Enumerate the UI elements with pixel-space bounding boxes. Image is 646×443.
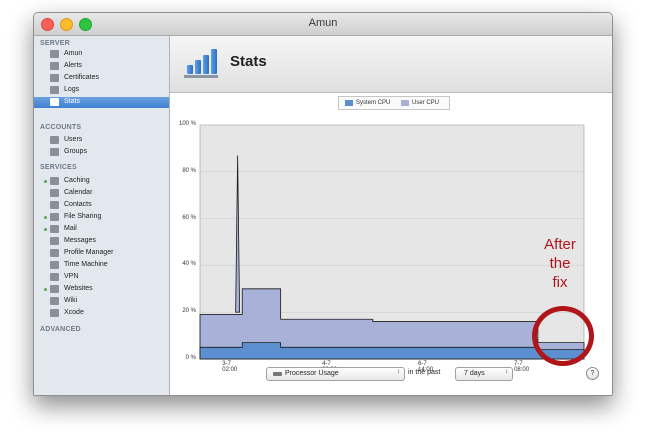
sidebar-item-label: Xcode	[64, 309, 84, 316]
sidebar-item-profile-manager[interactable]: Profile Manager	[34, 248, 169, 259]
service-running-indicator	[44, 288, 47, 291]
service-running-indicator	[44, 216, 47, 219]
sidebar-item-label: Caching	[64, 177, 90, 184]
service-running-indicator	[44, 180, 47, 183]
logs-icon	[50, 86, 59, 94]
sidebar-item-mail[interactable]: Mail	[34, 224, 169, 235]
sidebar-item-label: Groups	[64, 148, 87, 155]
service-running-indicator	[44, 228, 47, 231]
file-sharing-icon	[50, 213, 59, 221]
sidebar-item-groups[interactable]: Groups	[34, 147, 169, 158]
metric-icon	[273, 372, 282, 376]
metric-popup-label: Processor Usage	[285, 370, 339, 377]
server-app-window: Amun SERVER Amun Alerts Certificates Logs St…	[33, 12, 613, 396]
sidebar-item-label: Mail	[64, 225, 77, 232]
sidebar-item-label: Calendar	[64, 189, 93, 196]
annotation-text-line1: After	[544, 236, 576, 253]
server-icon	[50, 50, 59, 58]
sidebar-item-certificates[interactable]: Certificates	[34, 73, 169, 84]
annotation-circle	[532, 306, 594, 366]
sidebar-item-label: Certificates	[64, 74, 100, 81]
period-popup[interactable]: 7 days ↕	[455, 367, 513, 381]
sidebar-item-file-sharing[interactable]: File Sharing	[34, 212, 169, 223]
calendar-icon	[50, 189, 59, 197]
sidebar-item-label: Users	[64, 136, 83, 143]
annotation-text-line3: fix	[552, 274, 568, 291]
sidebar-item-label: Messages	[64, 237, 96, 244]
popup-arrows-icon: ↕	[505, 369, 508, 375]
sidebar-item-label: VPN	[64, 273, 79, 280]
sidebar-item-websites[interactable]: Websites	[34, 284, 169, 295]
sidebar-section-server: SERVER	[40, 40, 70, 47]
sidebar-item-caching[interactable]: Caching	[34, 176, 169, 187]
sidebar-item-label: Profile Manager	[64, 249, 114, 256]
user-icon	[50, 136, 59, 144]
wiki-icon	[50, 297, 59, 305]
certificate-icon	[50, 74, 59, 82]
help-button[interactable]: ?	[586, 367, 599, 380]
vpn-icon	[50, 273, 59, 281]
alert-icon	[50, 62, 59, 70]
sidebar: SERVER Amun Alerts Certificates Logs Stats A…	[34, 36, 170, 395]
stats-icon	[50, 98, 59, 106]
profile-manager-icon	[50, 249, 59, 257]
page-title: Stats	[230, 53, 267, 70]
sidebar-item-users[interactable]: Users	[34, 135, 169, 146]
period-popup-label: 7 days	[464, 370, 485, 377]
window-title: Amun	[308, 17, 338, 29]
chart-controls: Processor Usage ↕ in the past 7 days ↕ ?	[170, 363, 612, 383]
sidebar-item-label: Time Machine	[64, 261, 108, 268]
sidebar-item-label: Contacts	[64, 201, 92, 208]
sidebar-section-services: SERVICES	[40, 164, 77, 171]
sidebar-item-amun[interactable]: Amun	[34, 49, 169, 60]
chart-legend: System CPU User CPU	[338, 96, 450, 110]
mail-icon	[50, 225, 59, 233]
websites-icon	[50, 285, 59, 293]
legend-swatch-system	[345, 100, 353, 106]
sidebar-item-logs[interactable]: Logs	[34, 85, 169, 96]
sidebar-item-label: Websites	[64, 285, 93, 292]
sidebar-item-label: Amun	[64, 50, 83, 57]
legend-swatch-user	[401, 100, 409, 106]
contacts-icon	[50, 201, 59, 209]
title-bar: Amun	[34, 13, 612, 36]
sidebar-item-label: File Sharing	[64, 213, 102, 220]
caching-icon	[50, 177, 59, 185]
sidebar-item-label: Wiki	[64, 297, 78, 304]
sidebar-item-calendar[interactable]: Calendar	[34, 188, 169, 199]
metric-popup[interactable]: Processor Usage ↕	[266, 367, 405, 381]
sidebar-item-contacts[interactable]: Contacts	[34, 200, 169, 211]
in-the-past-label: in the past	[408, 369, 441, 376]
popup-arrows-icon: ↕	[397, 369, 400, 375]
legend-label-user: User CPU	[412, 100, 440, 106]
sidebar-item-vpn[interactable]: VPN	[34, 272, 169, 283]
sidebar-item-label: Stats	[64, 98, 80, 105]
sidebar-item-label: Alerts	[64, 62, 82, 69]
time-machine-icon	[50, 261, 59, 269]
page-header: Stats	[170, 36, 612, 93]
sidebar-item-xcode[interactable]: Xcode	[34, 308, 169, 319]
legend-label-system: System CPU	[356, 100, 391, 106]
xcode-icon	[50, 309, 59, 317]
sidebar-item-stats[interactable]: Stats	[34, 97, 169, 108]
sidebar-item-label: Logs	[64, 86, 80, 93]
sidebar-section-accounts: ACCOUNTS	[40, 124, 82, 131]
sidebar-section-advanced: ADVANCED	[40, 326, 81, 333]
messages-icon	[50, 237, 59, 245]
sidebar-item-time-machine[interactable]: Time Machine	[34, 260, 169, 271]
groups-icon	[50, 148, 59, 156]
sidebar-item-wiki[interactable]: Wiki	[34, 296, 169, 307]
sidebar-item-messages[interactable]: Messages	[34, 236, 169, 247]
annotation-text-line2: the	[549, 255, 571, 272]
sidebar-item-alerts[interactable]: Alerts	[34, 61, 169, 72]
stats-icon	[184, 48, 218, 78]
